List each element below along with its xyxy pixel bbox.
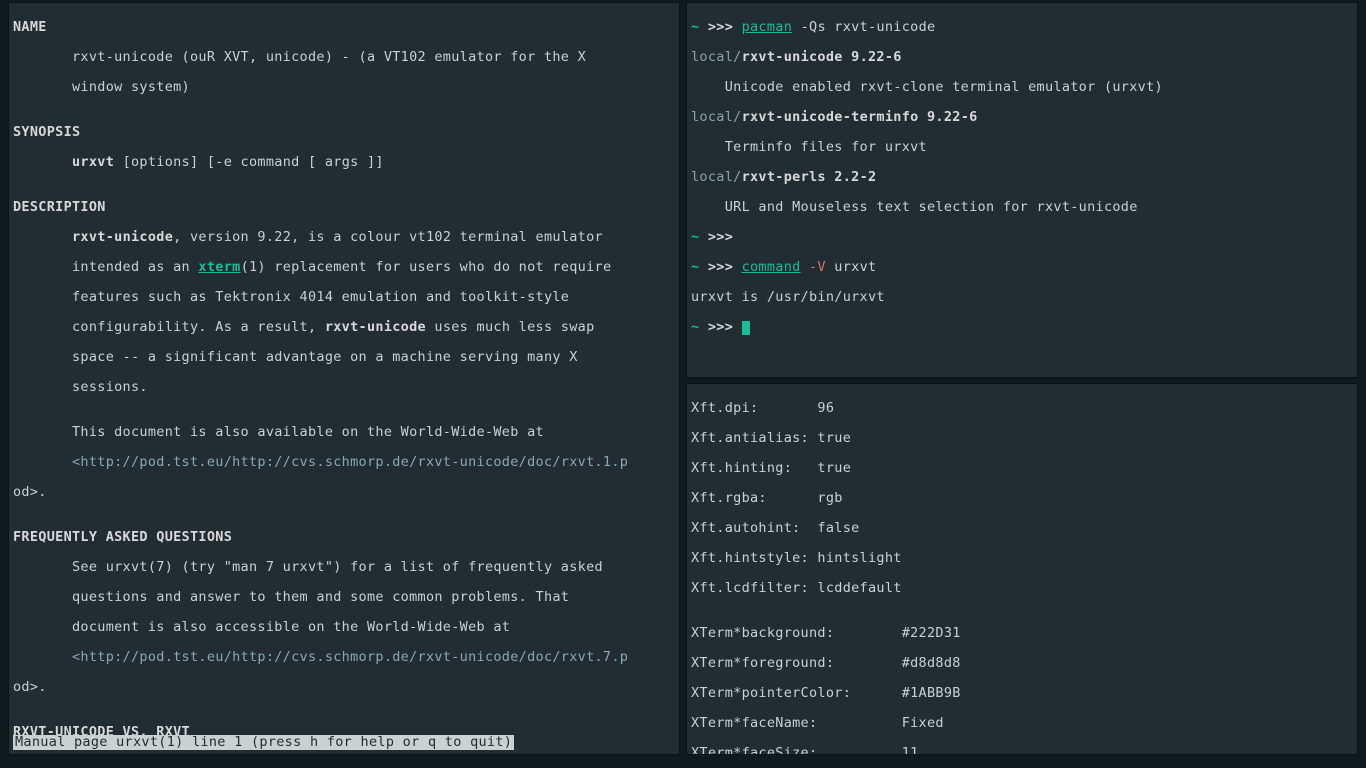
terminal-pane-shell[interactable]: ~ >>> pacman -Qs rxvt-unicode local/rxvt…	[686, 2, 1358, 378]
shell-line: URL and Mouseless text selection for rxv…	[691, 200, 1353, 215]
shell-prompt-active[interactable]: ~ >>>	[691, 320, 1353, 335]
xres-line: XTerm*pointerColor: #1ABB9B	[691, 686, 1353, 701]
man-status-bar: Manual page urxvt(1) line 1 (press h for…	[13, 735, 514, 750]
man-line: sessions.	[13, 380, 675, 395]
cursor-icon	[742, 321, 750, 335]
shell-line: Terminfo files for urxvt	[691, 140, 1353, 155]
xres-line: Xft.rgba: rgb	[691, 491, 1353, 506]
man-line: This document is also available on the W…	[13, 425, 675, 440]
man-line: features such as Tektronix 4014 emulatio…	[13, 290, 675, 305]
xres-line: XTerm*background: #222D31	[691, 626, 1353, 641]
man-line: intended as an xterm(1) replacement for …	[13, 260, 675, 275]
man-line: See urxvt(7) (try "man 7 urxvt") for a l…	[13, 560, 675, 575]
shell-line: urxvt is /usr/bin/urxvt	[691, 290, 1353, 305]
man-line: rxvt-unicode (ouR XVT, unicode) - (a VT1…	[13, 50, 675, 65]
man-line: od>.	[13, 680, 675, 695]
shell-line: local/rxvt-perls 2.2-2	[691, 170, 1353, 185]
man-url: <http://pod.tst.eu/http://cvs.schmorp.de…	[13, 455, 675, 470]
manpage-content: NAME rxvt-unicode (ouR XVT, unicode) - (…	[9, 3, 679, 755]
man-url: <http://pod.tst.eu/http://cvs.schmorp.de…	[13, 650, 675, 665]
man-line: space -- a significant advantage on a ma…	[13, 350, 675, 365]
section-name: NAME	[13, 20, 675, 35]
terminal-pane-manpage[interactable]: NAME rxvt-unicode (ouR XVT, unicode) - (…	[8, 2, 680, 755]
xres-line: Xft.hintstyle: hintslight	[691, 551, 1353, 566]
terminal-pane-xresources[interactable]: Xft.dpi: 96 Xft.antialias: true Xft.hint…	[686, 383, 1358, 755]
xres-line: Xft.autohint: false	[691, 521, 1353, 536]
xres-line: Xft.hinting: true	[691, 461, 1353, 476]
xres-line: Xft.antialias: true	[691, 431, 1353, 446]
shell-line: local/rxvt-unicode-terminfo 9.22-6	[691, 110, 1353, 125]
man-line: document is also accessible on the World…	[13, 620, 675, 635]
section-description: DESCRIPTION	[13, 200, 675, 215]
shell-line: ~ >>> pacman -Qs rxvt-unicode	[691, 20, 1353, 35]
man-line: rxvt-unicode, version 9.22, is a colour …	[13, 230, 675, 245]
man-line: questions and answer to them and some co…	[13, 590, 675, 605]
xres-line: XTerm*faceSize: 11	[691, 746, 1353, 755]
shell-content: ~ >>> pacman -Qs rxvt-unicode local/rxvt…	[687, 3, 1357, 352]
man-line: window system)	[13, 80, 675, 95]
shell-line: Unicode enabled rxvt-clone terminal emul…	[691, 80, 1353, 95]
xres-line: XTerm*faceName: Fixed	[691, 716, 1353, 731]
shell-line: ~ >>> command -V urxvt	[691, 260, 1353, 275]
shell-line: local/rxvt-unicode 9.22-6	[691, 50, 1353, 65]
man-line: configurability. As a result, rxvt-unico…	[13, 320, 675, 335]
section-synopsis: SYNOPSIS	[13, 125, 675, 140]
man-line: urxvt [options] [-e command [ args ]]	[13, 155, 675, 170]
xresources-content: Xft.dpi: 96 Xft.antialias: true Xft.hint…	[687, 384, 1357, 755]
man-line: od>.	[13, 485, 675, 500]
shell-line: ~ >>>	[691, 230, 1353, 245]
xres-line: Xft.dpi: 96	[691, 401, 1353, 416]
xres-line: Xft.lcdfilter: lcddefault	[691, 581, 1353, 596]
xres-line: XTerm*foreground: #d8d8d8	[691, 656, 1353, 671]
section-faq: FREQUENTLY ASKED QUESTIONS	[13, 530, 675, 545]
